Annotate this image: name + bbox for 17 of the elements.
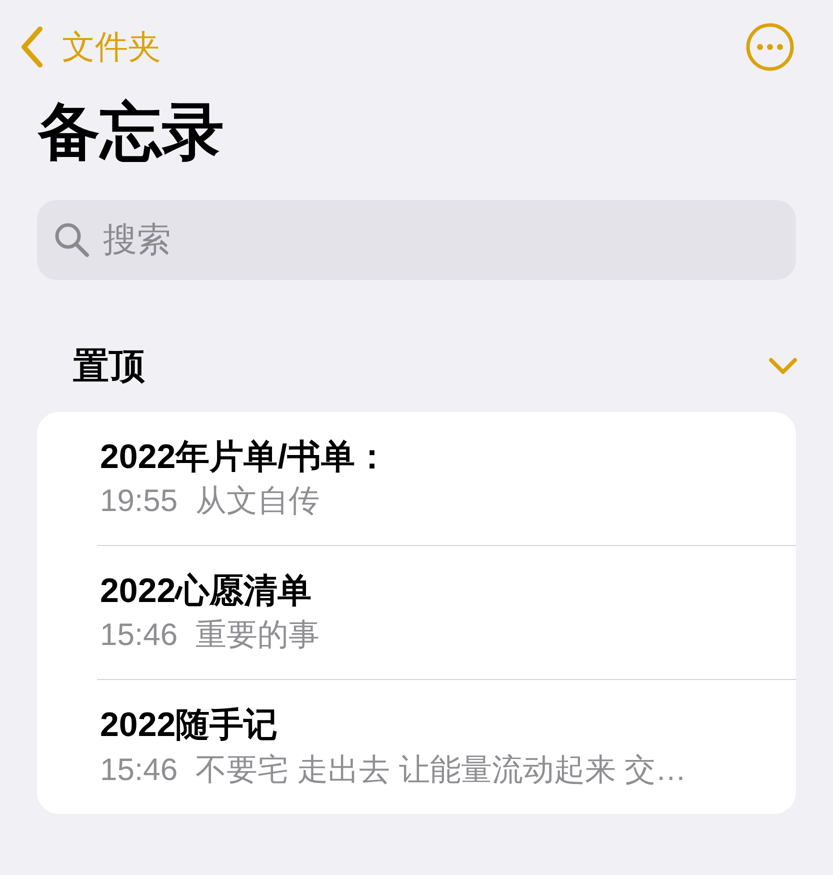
- note-title: 2022年片单/书单：: [100, 436, 390, 478]
- note-time: 15:46: [100, 750, 178, 789]
- note-row[interactable]: 2022随手记 15:46 不要宅 走出去 让能量流动起来 交…: [97, 680, 796, 814]
- note-title: 2022随手记: [100, 705, 279, 746]
- more-icon[interactable]: [745, 22, 795, 72]
- note-title: 2022心愿清单: [100, 570, 313, 612]
- note-time: 15:46: [100, 616, 178, 654]
- note-preview: 重要的事: [196, 616, 320, 654]
- note-preview: 从文自传: [196, 482, 320, 520]
- note-row[interactable]: 2022心愿清单 15:46 重要的事: [97, 546, 796, 680]
- section-title: 置顶: [73, 344, 145, 388]
- note-row[interactable]: 2022年片单/书单： 19:55 从文自传: [97, 412, 796, 546]
- search-icon: [53, 221, 91, 259]
- note-time: 19:55: [100, 482, 178, 520]
- chevron-icon[interactable]: [767, 356, 799, 376]
- search-field[interactable]: 搜索: [37, 200, 796, 280]
- note-preview: 不要宅 走出去 让能量流动起来 交…: [196, 750, 686, 789]
